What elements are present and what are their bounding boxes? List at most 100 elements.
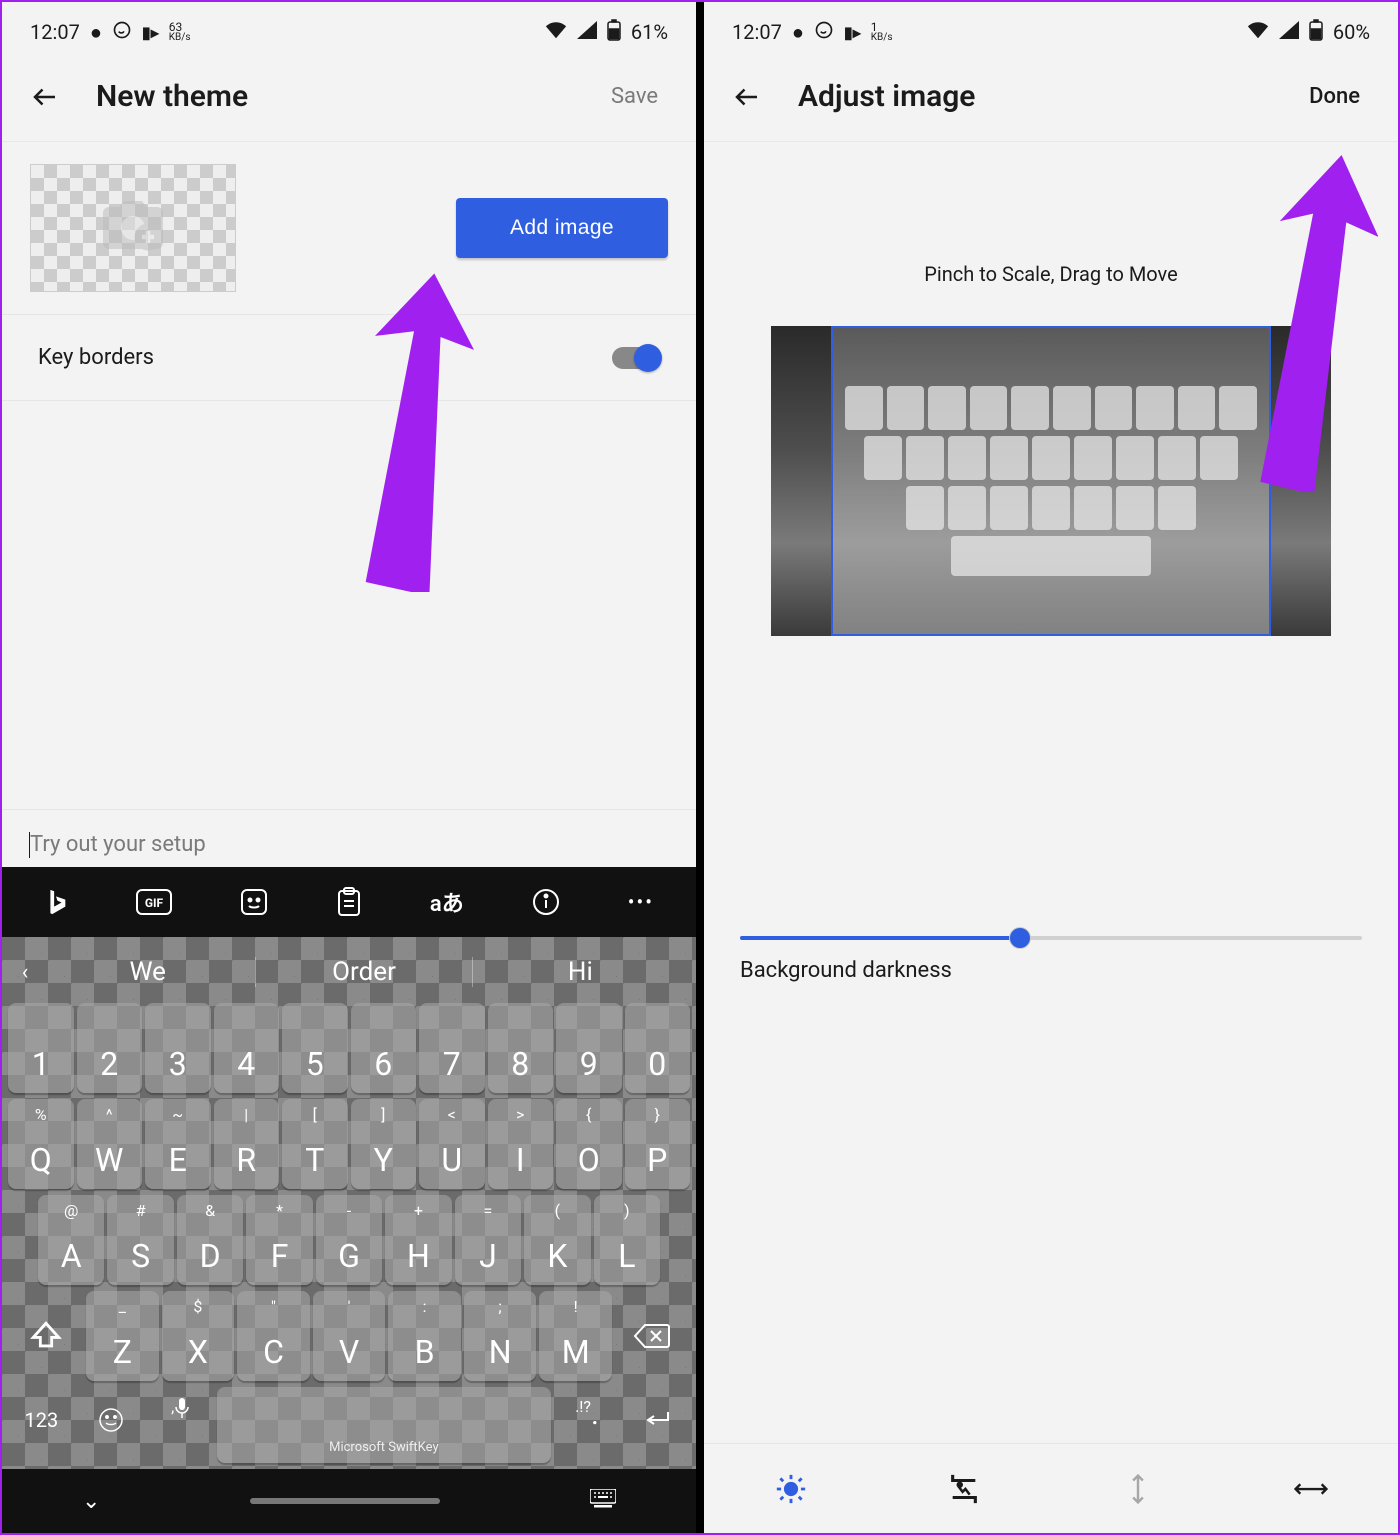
app-bar: Adjust image Done xyxy=(704,52,1398,142)
key-B[interactable]: :B xyxy=(388,1291,461,1381)
clock: 12:07 xyxy=(732,20,782,44)
enter-key[interactable] xyxy=(623,1387,690,1463)
done-button[interactable]: Done xyxy=(1309,84,1360,109)
key-H[interactable]: +H xyxy=(385,1195,451,1285)
whatsapp-icon xyxy=(112,20,132,45)
right-screen: 12:07 ● ▮▸ 1KB/s 60% Adjust imag xyxy=(704,2,1398,1533)
key-T[interactable]: [T xyxy=(282,1099,348,1189)
suggestion-2[interactable]: Hi xyxy=(473,957,688,987)
translate-icon[interactable]: aあ xyxy=(430,886,464,918)
signal-icon xyxy=(1279,20,1299,44)
key-4[interactable]: 4 xyxy=(214,1003,280,1093)
more-icon[interactable]: ••• xyxy=(628,890,654,914)
status-bar: 12:07 ● ▮▸ 1KB/s 60% xyxy=(704,2,1398,52)
key-2[interactable]: 2 xyxy=(77,1003,143,1093)
image-preview[interactable] xyxy=(771,326,1331,636)
suggestion-0[interactable]: We xyxy=(40,957,255,987)
key-K[interactable]: (K xyxy=(524,1195,590,1285)
key-8[interactable]: 8 xyxy=(488,1003,554,1093)
numbers-key[interactable]: 123 xyxy=(8,1387,75,1463)
keyboard: GIF aあ ••• ‹ We Order Hi 1234567890 %Q^W… xyxy=(2,867,696,1469)
key-borders-toggle[interactable] xyxy=(612,347,660,369)
net-speed: 1KB/s xyxy=(871,21,893,43)
gif-icon[interactable]: GIF xyxy=(136,889,172,915)
spacebar-key[interactable]: Microsoft SwiftKey xyxy=(217,1387,551,1463)
suggestion-row: ‹ We Order Hi xyxy=(8,945,690,1003)
left-screen: 12:07 ● ▮▸ 63KB/s xyxy=(2,2,696,1533)
crop-tab[interactable] xyxy=(944,1469,984,1509)
sticker-icon[interactable] xyxy=(240,888,268,916)
punct-key[interactable]: .!?. xyxy=(554,1387,621,1463)
info-icon[interactable] xyxy=(532,888,560,916)
whatsapp-icon xyxy=(814,20,834,45)
key-L[interactable]: )L xyxy=(594,1195,660,1285)
key-3[interactable]: 3 xyxy=(145,1003,211,1093)
key-S[interactable]: #S xyxy=(107,1195,173,1285)
ad-icon: ▮▸ xyxy=(844,23,861,42)
key-F[interactable]: *F xyxy=(246,1195,312,1285)
clock: 12:07 xyxy=(30,20,80,44)
key-7[interactable]: 7 xyxy=(419,1003,485,1093)
key-0[interactable]: 0 xyxy=(625,1003,691,1093)
key-9[interactable]: 9 xyxy=(556,1003,622,1093)
emoji-key[interactable] xyxy=(78,1387,145,1463)
key-U[interactable]: <U xyxy=(419,1099,485,1189)
key-J[interactable]: =J xyxy=(455,1195,521,1285)
key-E[interactable]: ~E xyxy=(145,1099,211,1189)
save-button[interactable]: Save xyxy=(611,84,658,109)
key-borders-row[interactable]: Key borders xyxy=(2,315,696,401)
key-1[interactable]: 1 xyxy=(8,1003,74,1093)
tryout-input[interactable]: Try out your setup xyxy=(2,809,696,867)
keyboard-switch-icon[interactable] xyxy=(590,1489,616,1513)
back-icon[interactable] xyxy=(732,82,762,112)
mic-key[interactable]: , xyxy=(147,1387,214,1463)
key-M[interactable]: !M xyxy=(539,1291,612,1381)
instruction-text: Pinch to Scale, Drag to Move xyxy=(704,142,1398,326)
key-C[interactable]: "C xyxy=(237,1291,310,1381)
add-image-row: Add image xyxy=(2,142,696,315)
add-image-button[interactable]: Add image xyxy=(456,198,668,258)
horizontal-tab[interactable] xyxy=(1291,1469,1331,1509)
key-Q[interactable]: %Q xyxy=(8,1099,74,1189)
key-I[interactable]: >I xyxy=(488,1099,554,1189)
app-bar: New theme Save xyxy=(2,52,696,142)
key-A[interactable]: @A xyxy=(38,1195,104,1285)
status-bar: 12:07 ● ▮▸ 63KB/s xyxy=(2,2,696,52)
brightness-tab[interactable] xyxy=(771,1469,811,1509)
key-Z[interactable]: _Z xyxy=(86,1291,159,1381)
battery-pct: 60% xyxy=(1333,20,1370,44)
key-P[interactable]: }P xyxy=(625,1099,691,1189)
key-V[interactable]: 'V xyxy=(313,1291,386,1381)
crop-overlay[interactable] xyxy=(831,326,1271,636)
key-X[interactable]: $X xyxy=(162,1291,235,1381)
key-W[interactable]: ^W xyxy=(77,1099,143,1189)
nav-chevron-icon[interactable]: ⌄ xyxy=(82,1489,100,1514)
nav-pill[interactable] xyxy=(250,1498,440,1504)
image-placeholder[interactable] xyxy=(30,164,236,292)
page-title: New theme xyxy=(96,79,611,114)
keyboard-toolbar: GIF aあ ••• xyxy=(2,867,696,937)
wifi-icon xyxy=(1247,20,1269,44)
bottom-tabs xyxy=(704,1443,1398,1533)
darkness-slider[interactable] xyxy=(740,936,1362,940)
key-D[interactable]: &D xyxy=(177,1195,243,1285)
backspace-key[interactable] xyxy=(615,1291,690,1381)
chat-icon: ● xyxy=(90,20,102,45)
key-Y[interactable]: ]Y xyxy=(351,1099,417,1189)
key-5[interactable]: 5 xyxy=(282,1003,348,1093)
key-6[interactable]: 6 xyxy=(351,1003,417,1093)
vertical-tab[interactable] xyxy=(1118,1469,1158,1509)
slider-label: Background darkness xyxy=(704,940,1398,1001)
bing-icon[interactable] xyxy=(44,888,68,916)
key-O[interactable]: {O xyxy=(556,1099,622,1189)
key-G[interactable]: -G xyxy=(316,1195,382,1285)
key-N[interactable]: ;N xyxy=(464,1291,537,1381)
back-icon[interactable] xyxy=(30,82,60,112)
clipboard-icon[interactable] xyxy=(336,887,362,917)
key-R[interactable]: |R xyxy=(214,1099,280,1189)
net-speed: 63KB/s xyxy=(169,21,191,43)
shift-key[interactable] xyxy=(8,1291,83,1381)
suggestion-1[interactable]: Order xyxy=(256,957,471,987)
suggestion-chevron[interactable]: ‹ xyxy=(10,960,40,985)
chat-icon: ● xyxy=(792,20,804,45)
